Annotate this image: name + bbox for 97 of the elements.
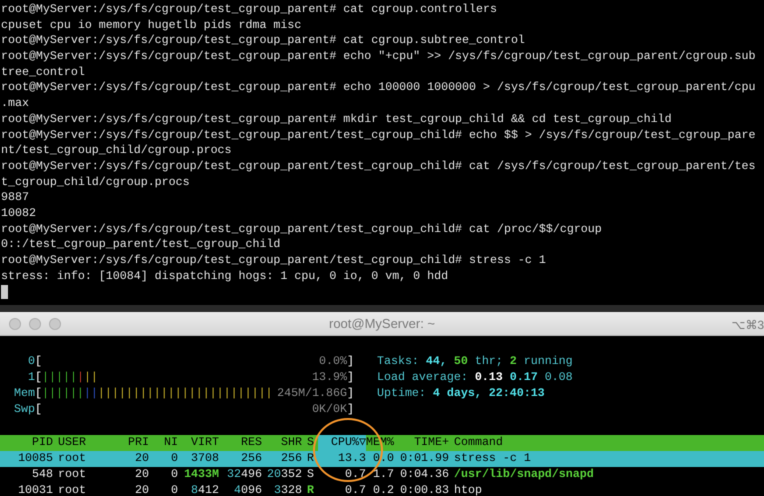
terminal-line: 9887 xyxy=(1,191,29,204)
table-cell-text: 0:04.36 xyxy=(399,467,449,483)
terminal-line: t_cgroup_child/cgroup.procs xyxy=(1,176,190,189)
table-cell-text: root xyxy=(57,467,87,483)
table-cell-text: 10031 xyxy=(17,483,53,496)
table-cell-text: 1433M xyxy=(183,467,219,483)
table-cell-text: 0 xyxy=(170,451,178,467)
summary-line: Uptime: 4 days, 22:40:13 xyxy=(377,386,546,402)
column-header[interactable]: USER xyxy=(53,435,120,451)
close-window-button[interactable] xyxy=(9,318,21,330)
terminal-line: root@MyServer:/sys/fs/cgroup/test_cgroup_parent# echo "+cpu" >> /sys/fs/cgroup/test_cgroup_parent/cgroup.sub xyxy=(1,50,756,64)
meter-bracket: ] xyxy=(347,354,354,370)
table-cell-text: R xyxy=(306,451,315,467)
minimize-window-button[interactable] xyxy=(29,318,41,330)
column-header[interactable]: RES xyxy=(219,435,262,451)
table-cell-text: 3328 xyxy=(273,483,302,496)
table-cell-text: 20352 xyxy=(266,467,302,483)
meter-bracket: [ xyxy=(35,386,42,402)
terminal-line: root@MyServer:/sys/fs/cgroup/test_cgroup_parent/test_cgroup_child# stress -c 1 xyxy=(1,254,546,267)
meter-bars: ||||||||||||||||||||||||| xyxy=(98,386,273,402)
meter-reading: 0.0% xyxy=(319,354,347,370)
table-cell-text: 20 xyxy=(134,467,149,483)
column-header[interactable]: VIRT xyxy=(178,435,219,451)
table-cell-text: 1.7 xyxy=(372,467,394,483)
terminal-line: root@MyServer:/sys/fs/cgroup/test_cgroup_parent/test_cgroup_child# cat /proc/$$/cgroup xyxy=(1,222,602,236)
meter-reading: 13.9% xyxy=(312,370,347,386)
terminal-line: root@MyServer:/sys/fs/cgroup/test_cgroup_parent# echo 100000 1000000 > /sys/fs/cgroup/test_cgroup_parent/cpu xyxy=(1,81,756,94)
table-cell-text: /usr/lib/snapd/snapd xyxy=(453,467,595,483)
table-cell-text: 0:00.83 xyxy=(399,483,449,496)
column-header[interactable]: CPU%▽ xyxy=(318,435,366,451)
terminal-line: root@MyServer:/sys/fs/cgroup/test_cgroup_parent# mkdir test_cgroup_child && cd test_cgroup_child xyxy=(1,112,672,126)
meter-bars: || xyxy=(84,386,98,402)
process-row[interactable]: 10031 root 20 0 8412 4096 3328 R 0.7 0.2 0:00.83 htop xyxy=(0,483,764,496)
window-title: root@MyServer: ~ xyxy=(328,314,436,333)
terminal-line: 0::/test_cgroup_parent/test_cgroup_child xyxy=(1,238,280,252)
table-cell-text: root xyxy=(57,451,87,467)
terminal-line: root@MyServer:/sys/fs/cgroup/test_cgroup_parent# cat cgroup.controllers xyxy=(1,3,497,16)
column-header[interactable]: NI xyxy=(149,435,178,451)
zoom-window-button[interactable] xyxy=(49,318,61,330)
meter-bars: | xyxy=(76,370,84,386)
table-cell-text: S xyxy=(306,467,315,483)
terminal-line: cpuset cpu io memory hugetlb pids rdma misc xyxy=(1,18,302,32)
table-cell-text: stress -c 1 xyxy=(453,451,532,467)
text-cursor xyxy=(1,285,8,300)
meter-label: 0 xyxy=(27,354,35,370)
terminal-line: stress: info: [10084] dispatching hogs: 1 cpu, 0 io, 0 vm, 0 hdd xyxy=(1,270,448,283)
table-cell-text: 3708 xyxy=(190,451,219,467)
meter-reading: 0K/0K xyxy=(312,402,347,418)
meter-bracket: [ xyxy=(35,402,42,418)
table-cell-text: 32496 xyxy=(226,467,262,483)
terminal-line: .max xyxy=(1,97,29,110)
meter-label: Mem xyxy=(13,386,35,402)
table-cell-text: root xyxy=(57,483,87,496)
summary-line: Load average: 0.13 0.17 0.08 xyxy=(377,370,573,386)
table-cell-text: 0.2 xyxy=(372,483,394,496)
table-cell-text: 0 xyxy=(170,467,178,483)
meter-bracket: ] xyxy=(347,370,354,386)
table-cell-text: 256 xyxy=(240,451,262,467)
table-cell-text: 0.7 xyxy=(344,483,366,496)
table-cell-text: 0:01.99 xyxy=(399,451,449,467)
meter-bracket: [ xyxy=(35,354,42,370)
meter-label: Swp xyxy=(13,402,35,418)
table-cell-text: 0 xyxy=(170,483,178,496)
table-cell-text: 10085 xyxy=(17,451,53,467)
terminal-line: nt/test_cgroup_child/cgroup.procs xyxy=(1,144,232,158)
meter-bars: || xyxy=(84,370,98,386)
table-cell-text: R xyxy=(306,483,315,496)
terminal-line: tree_control xyxy=(1,66,85,79)
table-cell-text: 20 xyxy=(134,451,149,467)
meter-reading: 245M/1.86G xyxy=(277,386,347,402)
column-header[interactable]: S xyxy=(302,435,318,451)
column-header[interactable]: Command xyxy=(449,435,764,451)
column-header[interactable]: SHR xyxy=(262,435,302,451)
table-cell-text: 4096 xyxy=(233,483,262,496)
meter-bars: |||||| xyxy=(42,386,84,402)
column-header[interactable]: TIME+ xyxy=(394,435,449,451)
window-shortcut: ⌥⌘3 xyxy=(731,317,764,334)
meter-bars: ||||| xyxy=(42,370,77,386)
table-cell-text: 20 xyxy=(134,483,149,496)
terminal-line: 10082 xyxy=(1,206,36,220)
terminal-line: root@MyServer:/sys/fs/cgroup/test_cgroup_parent/test_cgroup_child# cat /sys/fs/cgroup/test_cgroup_parent/tes xyxy=(1,160,756,173)
column-header[interactable]: PID xyxy=(0,435,53,451)
meter-label: 1 xyxy=(27,370,35,386)
meter-bracket: ] xyxy=(347,402,354,418)
meter-bracket: [ xyxy=(35,370,42,386)
table-cell-text: htop xyxy=(453,483,483,496)
table-cell-text: 0.7 xyxy=(344,467,366,483)
table-cell-text: 256 xyxy=(280,451,302,467)
summary-line: Tasks: 44, 50 thr; 2 running xyxy=(377,354,573,370)
meter-bracket: ] xyxy=(347,386,354,402)
column-header[interactable]: PRI xyxy=(120,435,149,451)
table-cell-text: 8412 xyxy=(190,483,219,496)
table-cell-text: 13.3 xyxy=(337,451,366,467)
process-row[interactable]: 548 root 20 0 1433M 32496 20352 S 0.7 1.7 0:04.36 /usr/lib/snapd/snapd xyxy=(0,467,764,483)
terminal-line: root@MyServer:/sys/fs/cgroup/test_cgroup_parent/test_cgroup_child# echo $$ > /sys/fs/cgroup/test_cgroup_pare xyxy=(1,128,756,142)
table-cell-text: 548 xyxy=(31,467,53,483)
terminal-line: root@MyServer:/sys/fs/cgroup/test_cgroup_parent# cat cgroup.subtree_control xyxy=(1,34,525,48)
